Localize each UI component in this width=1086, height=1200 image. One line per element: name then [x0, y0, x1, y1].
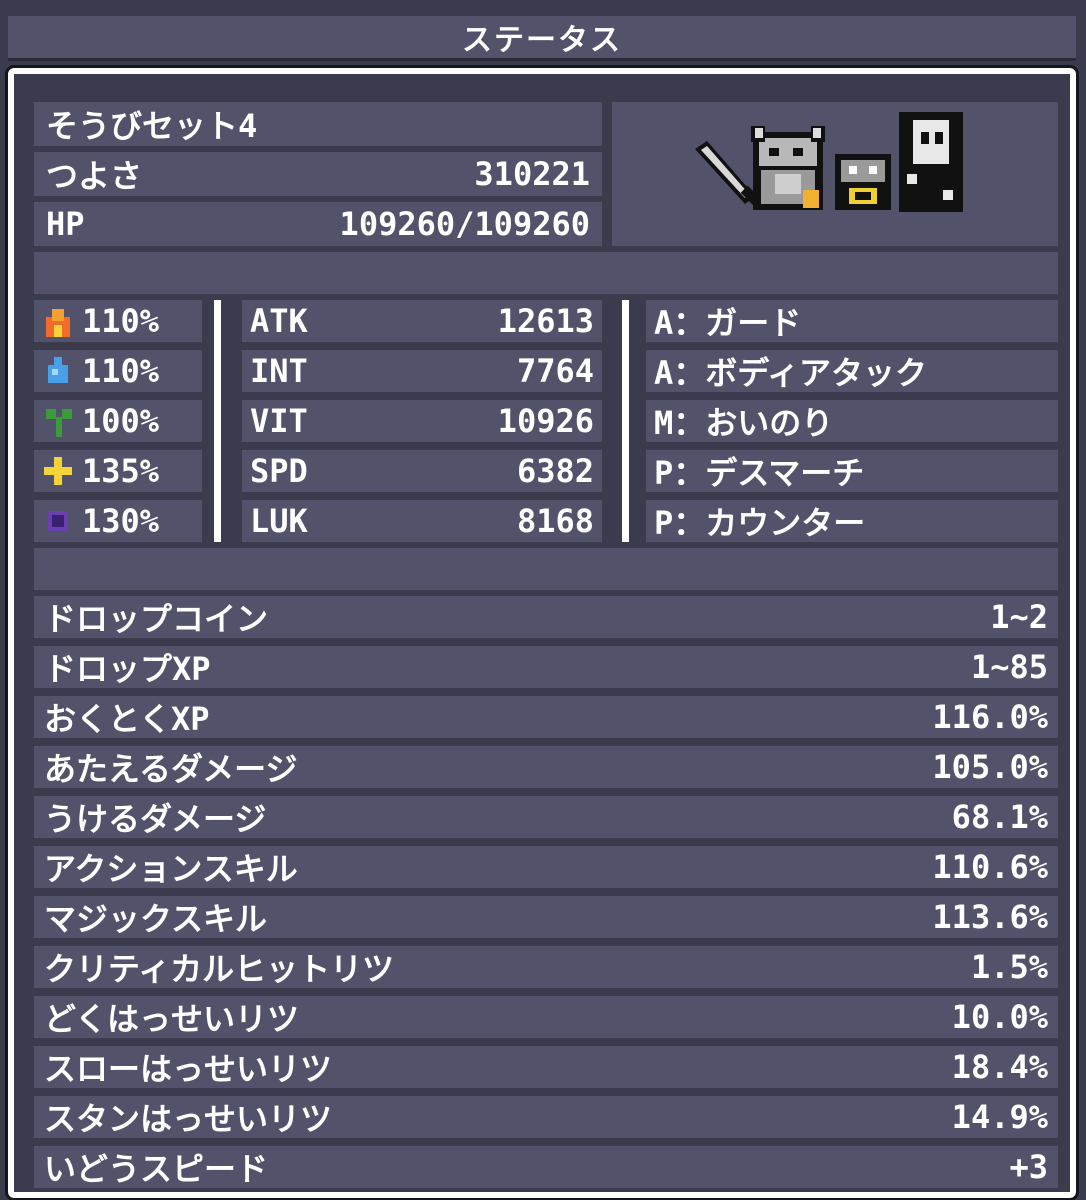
detail-value: 68.1%: [951, 798, 1048, 836]
element-row-dark: 130%: [34, 500, 202, 542]
skill-item[interactable]: A：ガード: [646, 300, 1058, 342]
skill-label: M：おいのり: [654, 404, 834, 442]
detail-label: ドロップXP: [44, 650, 211, 688]
skill-label: P：デスマーチ: [654, 454, 865, 492]
fire-icon: [46, 309, 70, 337]
detail-value: 110.6%: [932, 848, 1048, 886]
stat-row-int: INT 7764: [242, 350, 602, 392]
light-icon: [44, 457, 72, 485]
stat-label: INT: [250, 352, 308, 390]
stat-label: LUK: [250, 502, 308, 540]
stat-row-spd: SPD 6382: [242, 450, 602, 492]
light-resist-value: 135%: [82, 452, 160, 490]
power-row: つよさ 310221: [34, 152, 602, 196]
water-icon: [48, 357, 68, 383]
stat-value: 10926: [497, 402, 594, 440]
detail-value: 1~2: [990, 598, 1048, 636]
window-title-bar: ステータス: [8, 16, 1076, 61]
detail-row: スローはっせいリツ 18.4%: [34, 1046, 1058, 1088]
detail-label: あたえるダメージ: [44, 750, 298, 788]
knight-sprite: [751, 126, 825, 210]
detail-value: 116.0%: [932, 698, 1048, 736]
detail-row: ドロップコイン 1~2: [34, 596, 1058, 638]
detail-value: 105.0%: [932, 748, 1048, 786]
skill-label: A：ガード: [654, 304, 802, 342]
hp-row: HP 109260/109260: [34, 202, 602, 246]
skill-item[interactable]: A：ボディアタック: [646, 350, 1058, 392]
stat-row-vit: VIT 10926: [242, 400, 602, 442]
stat-row-luk: LUK 8168: [242, 500, 602, 542]
creature-sprite: [835, 154, 891, 210]
detail-row: スタンはっせいリツ 14.9%: [34, 1096, 1058, 1138]
column-divider-right: [622, 300, 629, 542]
stat-label: ATK: [250, 302, 308, 340]
detail-label: ドロップコイン: [44, 600, 269, 638]
detail-label: スローはっせいリツ: [44, 1050, 333, 1088]
stat-value: 12613: [497, 302, 594, 340]
stat-value: 6382: [516, 452, 594, 490]
element-row-plant: 100%: [34, 400, 202, 442]
detail-row: アクションスキル 110.6%: [34, 846, 1058, 888]
skill-item[interactable]: M：おいのり: [646, 400, 1058, 442]
equipment-set-name: そうびセット4: [46, 107, 258, 145]
detail-label: おくとくXP: [44, 700, 210, 738]
detail-label: スタンはっせいリツ: [44, 1100, 333, 1138]
party-sprites: [695, 112, 963, 212]
element-row-water: 110%: [34, 350, 202, 392]
stat-value: 8168: [516, 502, 594, 540]
hp-label: HP: [46, 205, 85, 243]
power-label: つよさ: [46, 157, 143, 195]
detail-value: 10.0%: [951, 998, 1048, 1036]
detail-row: マジックスキル 113.6%: [34, 896, 1058, 938]
detail-row: うけるダメージ 68.1%: [34, 796, 1058, 838]
hp-value: 109260/109260: [339, 205, 590, 243]
element-row-fire: 110%: [34, 300, 202, 342]
status-panel: そうびセット4 つよさ 310221 HP 109260/109260 110%…: [5, 65, 1079, 1200]
detail-label: いどうスピード: [44, 1150, 269, 1188]
detail-row: ドロップXP 1~85: [34, 646, 1058, 688]
skill-item[interactable]: P：カウンター: [646, 500, 1058, 542]
skill-label: P：カウンター: [654, 504, 866, 542]
dark-resist-value: 130%: [82, 502, 160, 540]
detail-row: どくはっせいリツ 10.0%: [34, 996, 1058, 1038]
skill-item[interactable]: P：デスマーチ: [646, 450, 1058, 492]
detail-value: 1~85: [970, 648, 1048, 686]
detail-label: マジックスキル: [44, 900, 268, 938]
power-value: 310221: [474, 155, 590, 193]
plant-resist-value: 100%: [82, 402, 160, 440]
detail-row: クリティカルヒットリツ 1.5%: [34, 946, 1058, 988]
stat-row-atk: ATK 12613: [242, 300, 602, 342]
water-resist-value: 110%: [82, 352, 160, 390]
detail-value: 113.6%: [932, 898, 1048, 936]
fire-resist-value: 110%: [82, 302, 160, 340]
detail-value: +3: [1009, 1148, 1048, 1186]
party-portrait-box: [612, 102, 1058, 246]
detail-value: 18.4%: [951, 1048, 1048, 1086]
plant-icon: [46, 409, 72, 437]
skill-label: A：ボディアタック: [654, 354, 928, 392]
detail-label: うけるダメージ: [44, 800, 267, 838]
detail-value: 1.5%: [970, 948, 1048, 986]
stat-label: VIT: [250, 402, 308, 440]
spacer-row-2: [34, 548, 1058, 590]
dark-icon: [48, 511, 68, 531]
window-title: ステータス: [462, 23, 622, 58]
spacer-row-1: [34, 252, 1058, 294]
detail-row: いどうスピード +3: [34, 1146, 1058, 1188]
detail-value: 14.9%: [951, 1098, 1048, 1136]
detail-row: おくとくXP 116.0%: [34, 696, 1058, 738]
detail-label: アクションスキル: [44, 850, 298, 888]
stat-value: 7764: [516, 352, 594, 390]
detail-row: あたえるダメージ 105.0%: [34, 746, 1058, 788]
column-divider-left: [214, 300, 221, 542]
detail-label: クリティカルヒットリツ: [44, 950, 395, 988]
detail-label: どくはっせいリツ: [44, 1000, 300, 1038]
element-row-light: 135%: [34, 450, 202, 492]
stat-label: SPD: [250, 452, 308, 490]
hooded-sprite: [899, 112, 963, 212]
equipment-set-row[interactable]: そうびセット4: [34, 102, 602, 146]
